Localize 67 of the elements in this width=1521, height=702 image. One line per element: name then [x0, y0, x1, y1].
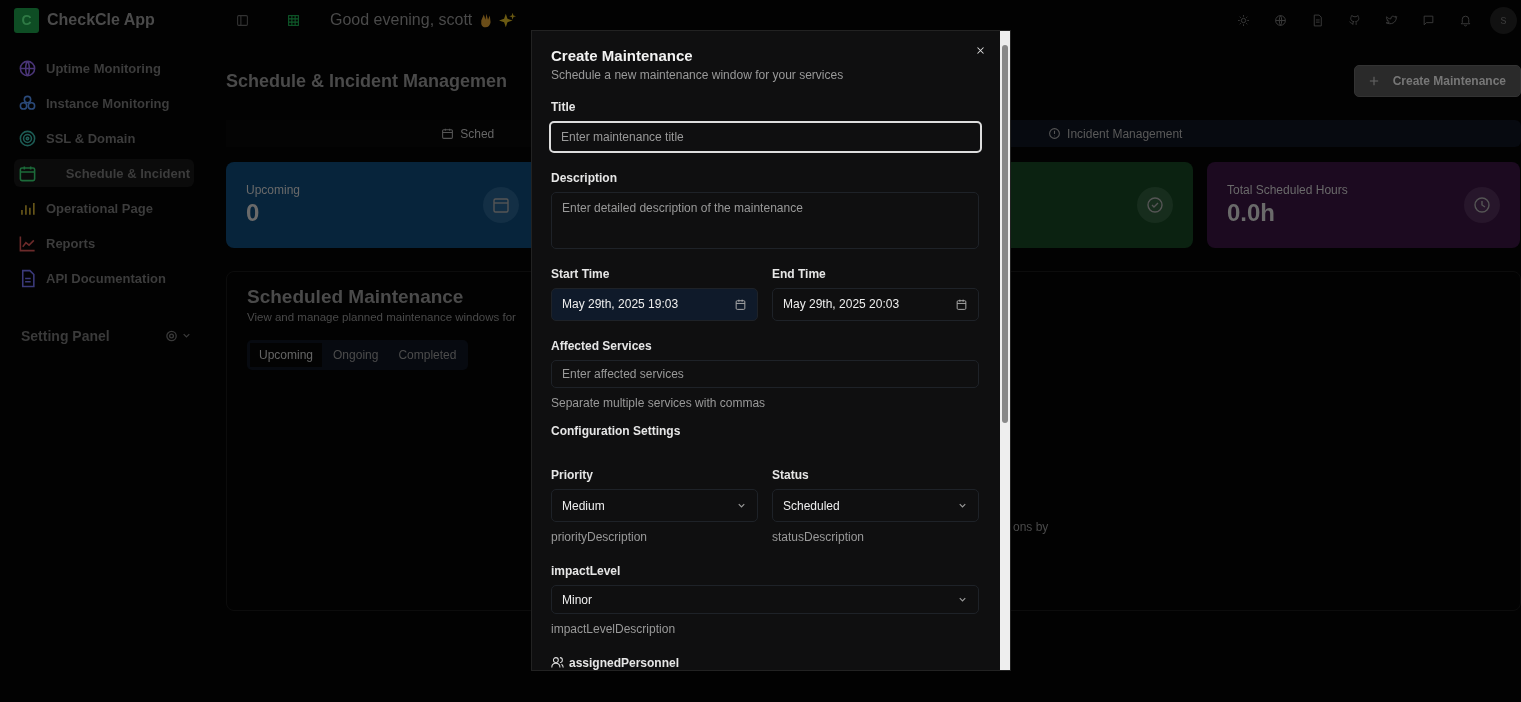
sidebar-item[interactable]: Instance Monitoring	[14, 89, 194, 117]
calendar-icon	[483, 187, 519, 223]
select-field[interactable]: Minor	[551, 585, 979, 614]
empty-state-text: ons by	[1013, 520, 1049, 534]
field-hint: impactLevelDescription	[551, 622, 677, 636]
stat-label: Total Scheduled Hours	[1227, 183, 1348, 197]
calendar-icon	[441, 127, 455, 140]
greeting-text: Good evening, scott	[330, 11, 473, 29]
field-label: Status	[772, 468, 810, 483]
users-icon	[551, 656, 564, 670]
field-label: Priority	[551, 468, 594, 483]
stat-value: 0	[246, 199, 261, 227]
alert-icon	[1048, 127, 1062, 140]
tab[interactable]: Upcoming	[250, 343, 323, 367]
github-icon[interactable]	[1348, 13, 1361, 27]
field-label: Affected Services	[551, 338, 653, 353]
settings-label: Setting Panel	[21, 328, 111, 344]
twitter-icon[interactable]	[1385, 13, 1398, 27]
stat-value: 0.0h	[1227, 199, 1277, 227]
field-hint: Separate multiple services with commas	[551, 396, 767, 411]
message-icon[interactable]	[1422, 13, 1435, 27]
title-input[interactable]: Enter maintenance title	[549, 121, 982, 154]
document-icon[interactable]	[1311, 13, 1324, 27]
sidebar-item[interactable]: Reports	[14, 229, 194, 257]
calendar-icon	[955, 297, 968, 311]
theme-toggle-icon[interactable]	[1237, 13, 1250, 27]
app-name: CheckCle App	[47, 11, 155, 29]
field-label: Start Time	[551, 266, 611, 281]
calendar-icon	[734, 297, 747, 311]
create-maintenance-button[interactable]: Create Maintenance	[1353, 65, 1521, 97]
grid-icon[interactable]	[287, 13, 300, 27]
date-time-picker[interactable]: May 29th, 2025 19:03	[551, 287, 758, 321]
field-label: End Time	[772, 266, 827, 281]
field-label: assignedPersonnel	[569, 656, 680, 670]
panel-subtitle: View and manage planned maintenance windows for	[247, 311, 516, 323]
bell-icon[interactable]	[1459, 13, 1472, 27]
dialog-subtitle: Schedule a new maintenance window for your services	[551, 68, 845, 82]
sidebar-item[interactable]: Uptime Monitoring	[14, 54, 194, 82]
field-label: Title	[551, 100, 577, 114]
sidebar-toggle-icon[interactable]	[236, 13, 249, 27]
settings-toggle-icon[interactable]	[165, 329, 193, 343]
dialog-title: Create Maintenance	[551, 47, 694, 64]
stat-label: Upcoming	[246, 183, 301, 197]
sidebar-item[interactable]: API Documentation	[14, 264, 194, 292]
scrollbar[interactable]	[1000, 31, 1010, 670]
sparkles-icon	[499, 11, 517, 29]
check-icon	[1137, 187, 1173, 223]
field-hint: priorityDescription	[551, 530, 649, 545]
tab[interactable]: Ongoing	[324, 343, 388, 367]
globe-icon[interactable]	[1274, 13, 1287, 27]
plus-icon	[1368, 76, 1379, 86]
close-icon[interactable]	[976, 46, 985, 55]
affected-services-input[interactable]: Enter affected services	[551, 359, 979, 389]
sidebar-item[interactable]: Operational Page	[14, 194, 194, 222]
date-time-picker[interactable]: May 29th, 2025 20:03	[772, 287, 979, 321]
sidebar-item[interactable]: SSL & Domain	[14, 124, 194, 152]
page-title: Schedule & Incident Managemen	[226, 70, 508, 92]
select-field[interactable]: Medium	[551, 489, 758, 523]
clock-icon	[1464, 187, 1500, 223]
description-input[interactable]: Enter detailed description of the maintenance	[551, 192, 979, 249]
select-field[interactable]: Scheduled	[772, 489, 979, 523]
section-heading: Configuration Settings	[551, 424, 682, 439]
panel-title: Scheduled Maintenance	[247, 286, 464, 308]
field-hint: statusDescription	[772, 530, 866, 545]
field-label: Description	[551, 171, 618, 186]
field-label: impactLevel	[551, 564, 622, 579]
tab[interactable]: Completed	[389, 343, 466, 367]
